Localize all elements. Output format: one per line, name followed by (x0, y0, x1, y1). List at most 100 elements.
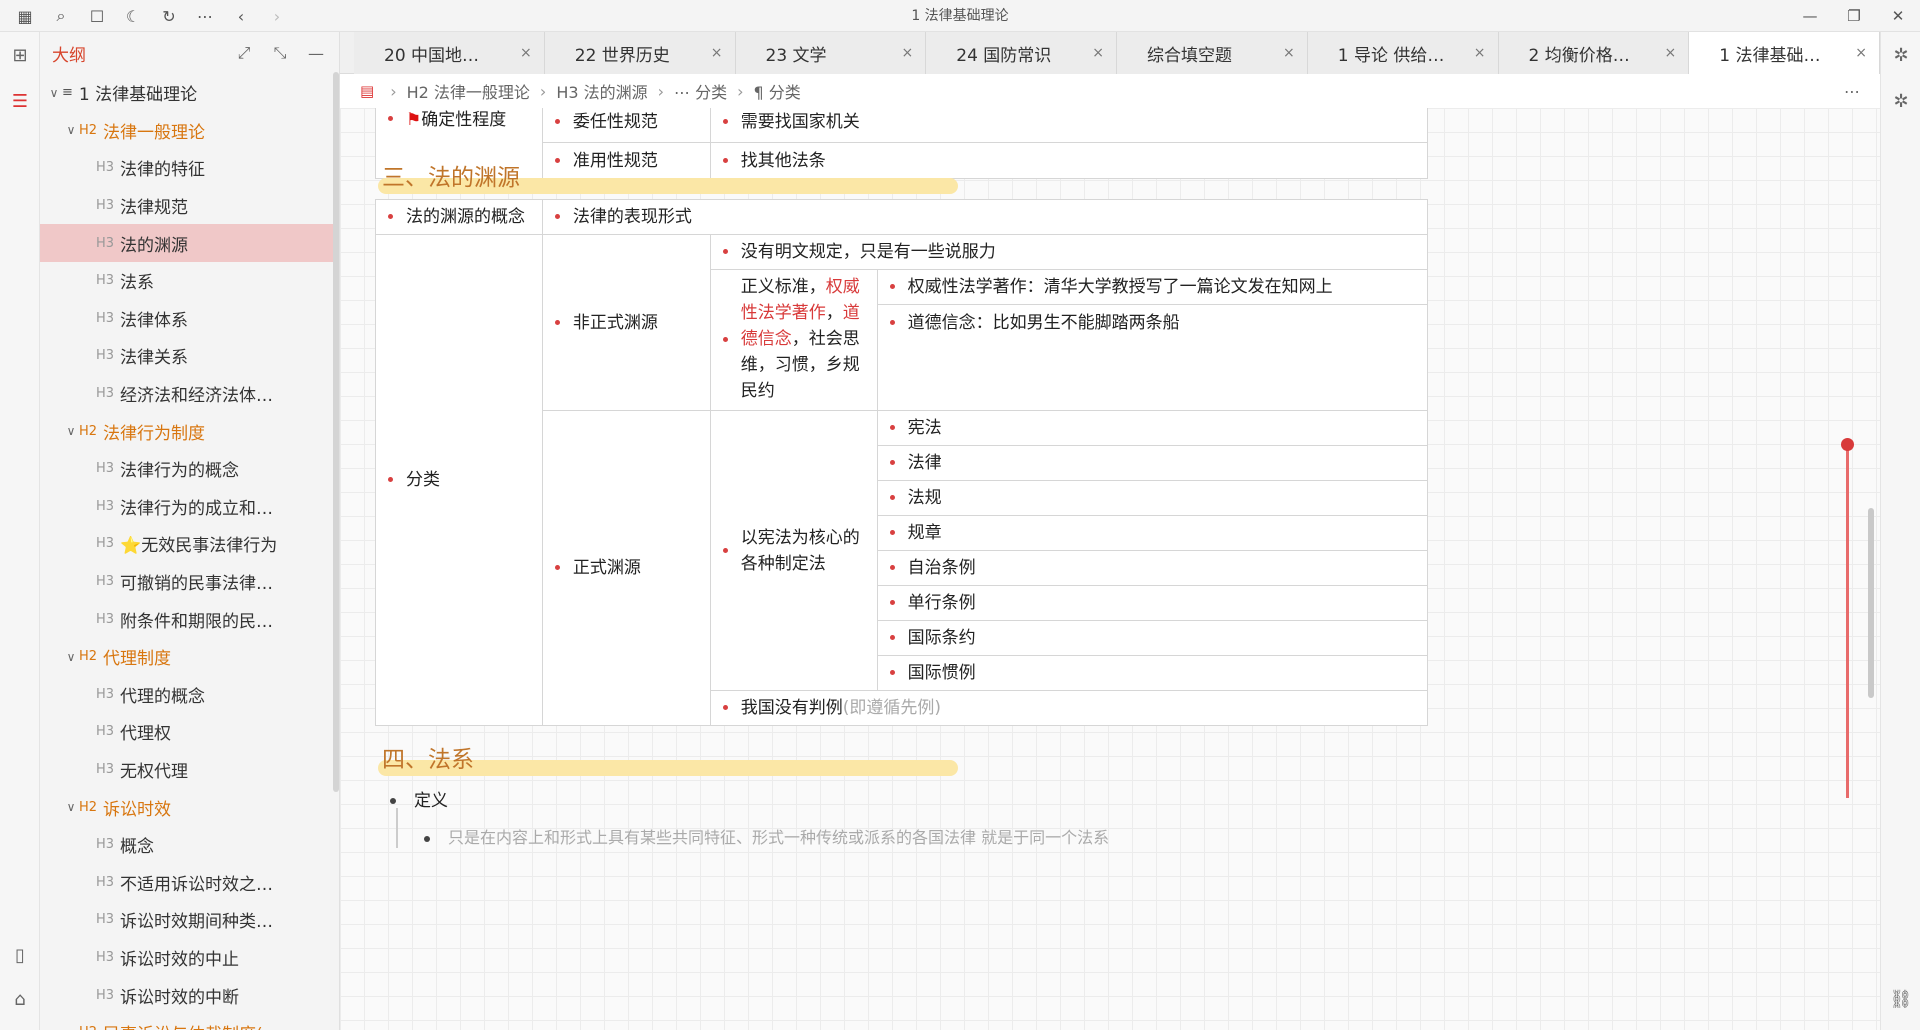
heading-3[interactable]: 三、法的渊源 (378, 158, 958, 196)
editor[interactable]: ⚑确定性程度 委任性规范 需要找国家机关 准用性规范 找其他法条 三、法的渊源 … (340, 108, 1880, 1030)
document-icon[interactable]: ▤ (360, 82, 374, 100)
table-cell[interactable]: 权威性法学著作：清华大学教授写了一篇论文发在知网上 (876, 268, 1429, 306)
outline-item[interactable]: ∨ H2 代理制度 (40, 638, 339, 676)
editor-scrollbar[interactable] (1868, 508, 1874, 698)
chevron-down-icon[interactable]: ∨ (63, 424, 79, 438)
outline-item[interactable]: H3 法系 (40, 262, 339, 300)
table-cell[interactable]: 非正式渊源 (541, 234, 711, 411)
link-icon[interactable]: ⛓ (1881, 982, 1920, 1016)
quote-block[interactable]: 只是在内容上和形式上具有某些共同特征、形式一种传统或派系的各国法律 就是于同一个… (424, 824, 1109, 848)
expand-icon[interactable]: ⤢ (229, 38, 259, 68)
tab[interactable]: 23 文学 × (735, 32, 927, 74)
table-cell[interactable]: 以宪法为核心的各种制定法 (709, 410, 878, 691)
outline-item[interactable]: H3 诉讼时效期间种类… (40, 901, 339, 939)
chevron-down-icon[interactable]: ∨ (63, 123, 79, 137)
table-cell[interactable]: 单行条例 (876, 585, 1429, 621)
tab[interactable]: 20 中国地… × (354, 32, 545, 74)
table-cell[interactable]: 我国没有判例(即遵循先例) (709, 690, 1429, 726)
restore-icon[interactable]: ❐ (1832, 0, 1876, 32)
graph-icon[interactable]: ⊞ (0, 38, 40, 72)
close-tab-icon[interactable]: × (1474, 45, 1486, 61)
outline-item[interactable]: H3 法律行为的概念 (40, 450, 339, 488)
outline-item[interactable]: H3 经济法和经济法体… (40, 375, 339, 413)
outline-item[interactable]: H3 可撤销的民事法律… (40, 563, 339, 601)
crumb-list[interactable]: ⋯ 分类 (674, 79, 727, 103)
table-cell[interactable]: 宪法 (876, 410, 1429, 446)
table-cell[interactable]: 没有明文规定，只是有一些说服力 (709, 234, 1429, 270)
outline-item[interactable]: ∨H2 民事诉讼与仲裁制度( (40, 1014, 339, 1030)
close-tab-icon[interactable]: × (1665, 45, 1677, 61)
outline-item[interactable]: H3 法律体系 (40, 300, 339, 338)
tab[interactable]: 22 世界历史 × (544, 32, 736, 74)
collapse-icon[interactable]: ⤡ (265, 38, 295, 68)
table-cell[interactable]: 需要找国家机关 (709, 108, 1429, 143)
table-cell[interactable]: 法律的表现形式 (541, 199, 1429, 235)
crumb-paragraph[interactable]: ¶ 分类 (754, 79, 801, 103)
crumb-h2[interactable]: H2 法律一般理论 (407, 79, 530, 103)
outline-item[interactable]: H3 无权代理 (40, 751, 339, 789)
table-cell[interactable]: 规章 (876, 515, 1429, 551)
outline-scrollbar[interactable] (333, 72, 339, 792)
heading-4[interactable]: 四、法系 (378, 740, 958, 778)
table-cell[interactable]: 正义标准，权威性法学著作，道德信念，社会思维，习惯，乡规民约 (709, 269, 878, 411)
tab[interactable]: 1 导论 供给… × (1307, 32, 1499, 74)
outline-item[interactable]: H3 附条件和期限的民… (40, 600, 339, 638)
chevron-down-icon[interactable]: ∨ (63, 650, 79, 664)
outline-item[interactable]: H3 概念 (40, 826, 339, 864)
close-tab-icon[interactable]: × (902, 45, 914, 61)
minimize-icon[interactable]: — (1788, 0, 1832, 32)
outline-item[interactable]: H3 ⭐无效民事法律行为 (40, 525, 339, 563)
tab[interactable]: 2 均衡价格… × (1498, 32, 1690, 74)
outline-item[interactable]: ∨ H2 法律行为制度 (40, 412, 339, 450)
close-window-icon[interactable]: ✕ (1876, 0, 1920, 32)
tab[interactable]: 综合填空题 × (1117, 32, 1308, 74)
table-cell[interactable]: 找其他法条 (709, 142, 1429, 179)
outline-item[interactable]: H3 诉讼时效的中断 (40, 976, 339, 1014)
outline-item[interactable]: H3 法律关系 (40, 337, 339, 375)
network-icon[interactable]: ✲ (1881, 38, 1920, 72)
chevron-down-icon[interactable]: ∨ (63, 1026, 79, 1030)
minimize-panel-icon[interactable]: — (301, 38, 331, 68)
table-cell[interactable]: 法的渊源的概念 (375, 199, 543, 235)
crumb-h3[interactable]: H3 法的渊源 (556, 79, 647, 103)
window-title: 1 法律基础理论 (911, 8, 1009, 24)
table-cell[interactable]: 道德信念：比如男生不能脚踏两条船 (876, 304, 1429, 340)
chevron-down-icon[interactable]: ∨ (46, 86, 62, 100)
book-icon[interactable]: ▯ (0, 938, 40, 972)
table-cell[interactable]: 正式渊源 (541, 410, 711, 726)
table-cell[interactable]: 国际惯例 (876, 655, 1429, 691)
table-cell[interactable]: 委任性规范 (541, 108, 711, 143)
table-cell[interactable]: 法律 (876, 445, 1429, 481)
tab[interactable]: 1 法律基础… × (1689, 32, 1880, 74)
chevron-down-icon[interactable]: ∨ (63, 800, 79, 814)
outline-item[interactable]: H3 法律行为的成立和… (40, 488, 339, 526)
outline-item[interactable]: H3 法的渊源 (40, 224, 339, 262)
close-tab-icon[interactable]: × (1283, 45, 1295, 61)
table-cell[interactable]: 法规 (876, 480, 1429, 516)
outline-item[interactable]: H3 不适用诉讼时效之… (40, 863, 339, 901)
list-item-definition[interactable]: 定义 (390, 786, 448, 811)
backlink-icon[interactable]: ✲ (1881, 84, 1920, 118)
outline-item[interactable]: H3 代理的概念 (40, 676, 339, 714)
outline-item[interactable]: ∨ ≡ 1 法律基础理论 (40, 74, 339, 112)
outline-item[interactable]: H3 法律的特征 (40, 149, 339, 187)
close-tab-icon[interactable]: × (711, 45, 723, 61)
close-tab-icon[interactable]: × (1092, 45, 1104, 61)
close-tab-icon[interactable]: × (1855, 45, 1867, 61)
outline-item[interactable]: ∨ H2 法律一般理论 (40, 112, 339, 150)
tag-icon[interactable]: ⌂ (0, 982, 40, 1016)
outline-icon[interactable]: ☰ (0, 84, 40, 118)
table-cell[interactable]: 自治条例 (876, 550, 1429, 586)
more-options-icon[interactable]: ⋯ (1844, 82, 1860, 101)
outline-item[interactable]: H3 法律规范 (40, 187, 339, 225)
outline-item[interactable]: H3 诉讼时效的中止 (40, 939, 339, 977)
tab[interactable]: 24 国防常识 × (926, 32, 1117, 74)
scroll-indicator-dot[interactable] (1841, 438, 1854, 451)
outline-item[interactable]: ∨ H2 诉讼时效 (40, 788, 339, 826)
heading-level: H3 (96, 686, 115, 702)
close-tab-icon[interactable]: × (520, 45, 532, 61)
table-cell[interactable]: 国际条约 (876, 620, 1429, 656)
table-cell[interactable]: 分类 (375, 234, 543, 726)
table-cell[interactable]: 准用性规范 (541, 142, 711, 179)
outline-item[interactable]: H3 代理权 (40, 713, 339, 751)
